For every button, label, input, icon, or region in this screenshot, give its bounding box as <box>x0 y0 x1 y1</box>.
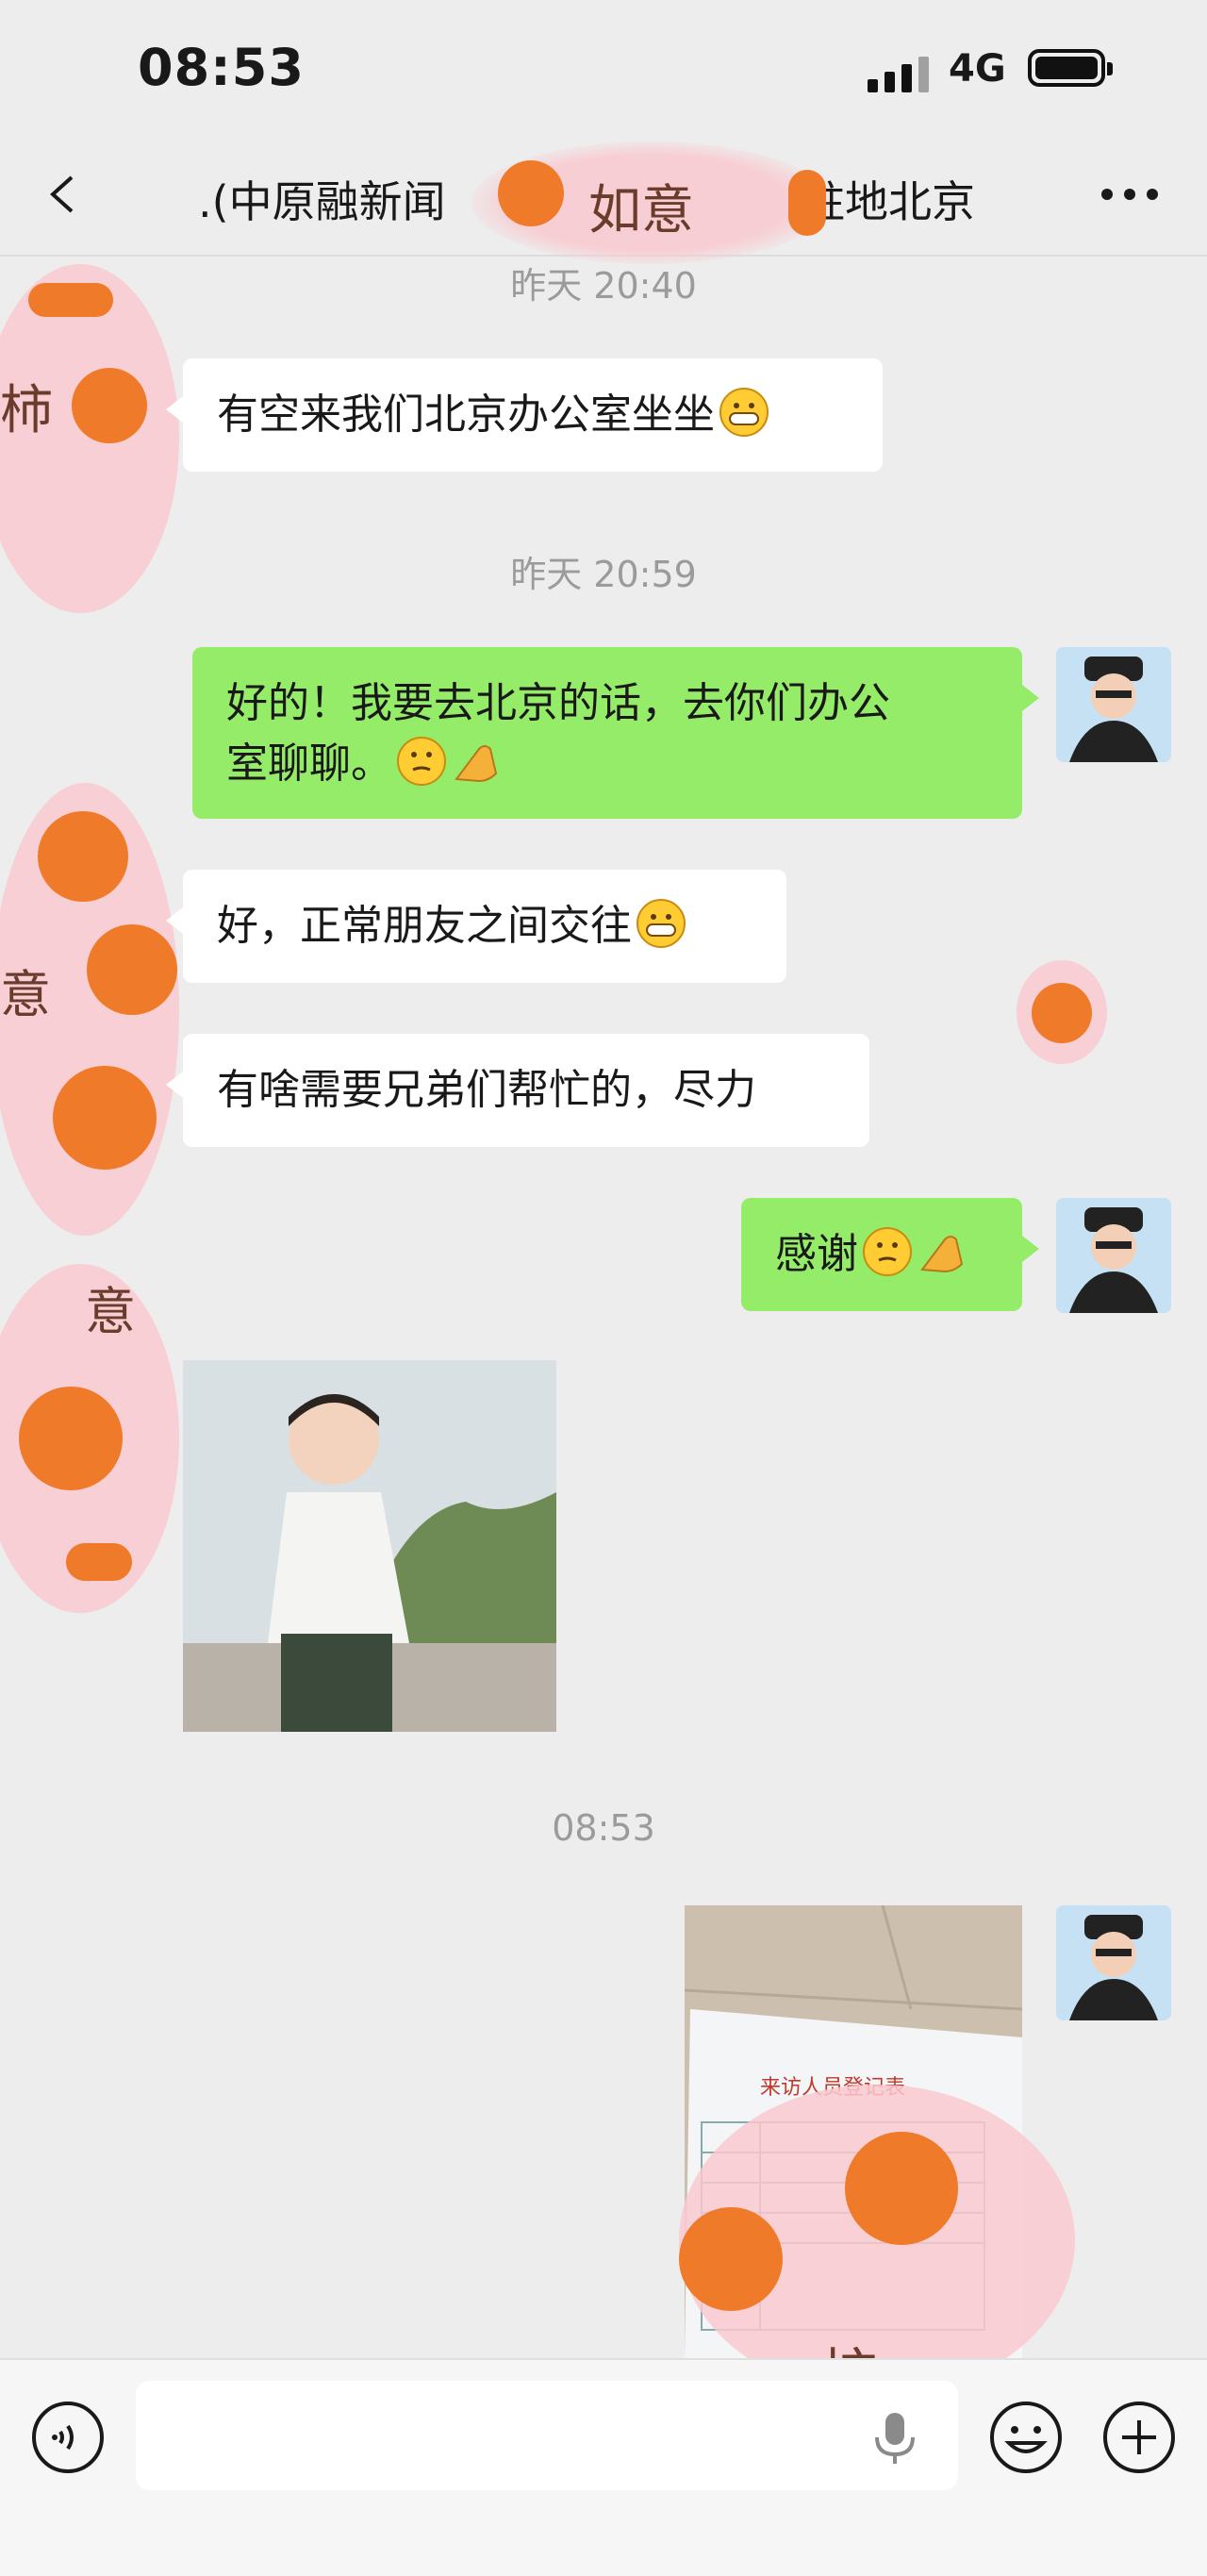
ok-hand-emoji-icon <box>917 1226 967 1277</box>
message-bubble-outgoing[interactable]: 感谢 <box>741 1198 1039 1311</box>
cellular-signal-icon <box>868 55 934 92</box>
grinning-emoji-icon <box>636 898 686 949</box>
avatar[interactable] <box>1056 1198 1171 1313</box>
persimmon-sticker-left-2: 意 <box>0 783 179 1236</box>
message-bubble-incoming[interactable]: 有空来我们北京办公室坐坐 <box>166 358 883 472</box>
avatar[interactable] <box>1056 1905 1171 2020</box>
plus-icon[interactable] <box>1101 2400 1177 2475</box>
grinning-emoji-icon <box>719 387 769 438</box>
message-bubble-outgoing[interactable]: 好的！我要去北京的话，去你们办公 室聊聊。 <box>192 647 1039 819</box>
timestamp: 昨天 20:40 <box>510 265 697 307</box>
message-text: 有啥需要兄弟们帮忙的，尽力 <box>217 1066 756 1114</box>
chat-title: .(中原融新闻 <box>198 176 446 227</box>
sticker-text-yi-2: 意 <box>85 1282 136 1341</box>
thinking-emoji-icon <box>396 736 447 787</box>
persimmon-sticker-left-3: 意 <box>0 1264 179 1613</box>
message-text: 好，正常朋友之间交往 <box>217 902 632 950</box>
thinking-emoji-icon <box>862 1226 913 1277</box>
sticker-text-shi: 柿 <box>0 380 53 441</box>
message-bubble-incoming[interactable]: 有啥需要兄弟们帮忙的，尽力 <box>166 1034 869 1147</box>
network-type: 4G <box>949 47 1006 91</box>
back-icon[interactable] <box>45 175 83 213</box>
message-input[interactable] <box>136 2381 958 2490</box>
more-icon[interactable] <box>1101 189 1158 202</box>
battery-icon <box>1028 49 1113 87</box>
ok-hand-emoji-icon <box>451 736 502 787</box>
sticker-text-yi: 意 <box>0 965 51 1024</box>
avatar[interactable] <box>1056 647 1171 762</box>
voice-input-icon[interactable] <box>30 2400 106 2475</box>
timestamp: 昨天 20:59 <box>510 554 697 595</box>
image-message-child-photo[interactable] <box>183 1360 556 1732</box>
timestamp: 08:53 <box>552 1807 655 1849</box>
persimmon-sticker-title: 如意 <box>471 141 830 264</box>
message-text: 室聊聊。 <box>226 740 392 788</box>
sticker-text-ruyi: 如意 <box>588 180 694 241</box>
message-text: 好的！我要去北京的话，去你们办公 <box>226 679 890 727</box>
persimmon-sticker-bottom: 柿 <box>660 2075 1075 2409</box>
emoji-icon[interactable] <box>988 2400 1064 2475</box>
message-text: 有空来我们北京办公室坐坐 <box>217 391 715 439</box>
status-time: 08:53 <box>138 38 305 97</box>
microphone-icon[interactable] <box>871 2411 918 2464</box>
message-text: 感谢 <box>775 1230 858 1278</box>
persimmon-sticker-right <box>1017 960 1107 1064</box>
message-bubble-incoming[interactable]: 好，正常朋友之间交往 <box>166 870 786 983</box>
